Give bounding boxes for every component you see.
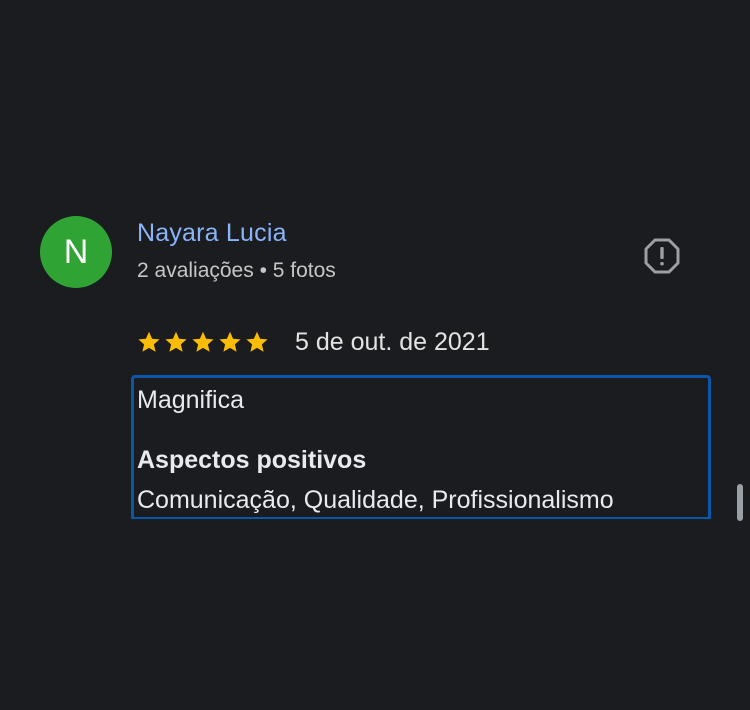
rating-row: 5 de out. de 2021 — [137, 325, 490, 359]
positives-heading: Aspectos positivos — [137, 446, 367, 474]
star-rating — [137, 330, 269, 354]
avatar-letter: N — [63, 232, 89, 271]
star-icon — [192, 331, 214, 352]
scrollbar-thumb[interactable] — [737, 484, 743, 521]
review-date: 5 de out. de 2021 — [295, 327, 490, 356]
avatar[interactable]: N — [40, 216, 112, 288]
star-icon — [219, 331, 241, 352]
star-icon — [138, 331, 160, 352]
page: N Nayara Lucia 2 avaliações • 5 fotos 5 … — [0, 0, 750, 710]
report-button[interactable] — [640, 234, 684, 278]
star-icon — [246, 331, 268, 352]
reviewer-name[interactable]: Nayara Lucia — [137, 219, 287, 248]
review-body[interactable]: Magnifica Aspectos positivos Comunicação… — [131, 375, 711, 519]
report-flag-icon — [644, 238, 680, 274]
reviewer-meta: 2 avaliações • 5 fotos — [137, 259, 336, 282]
positives-list: Comunicação, Qualidade, Profissionalismo — [137, 486, 614, 514]
review-text: Magnifica — [137, 386, 244, 414]
star-icon — [165, 331, 187, 352]
review-card: N Nayara Lucia 2 avaliações • 5 fotos 5 … — [0, 0, 750, 710]
